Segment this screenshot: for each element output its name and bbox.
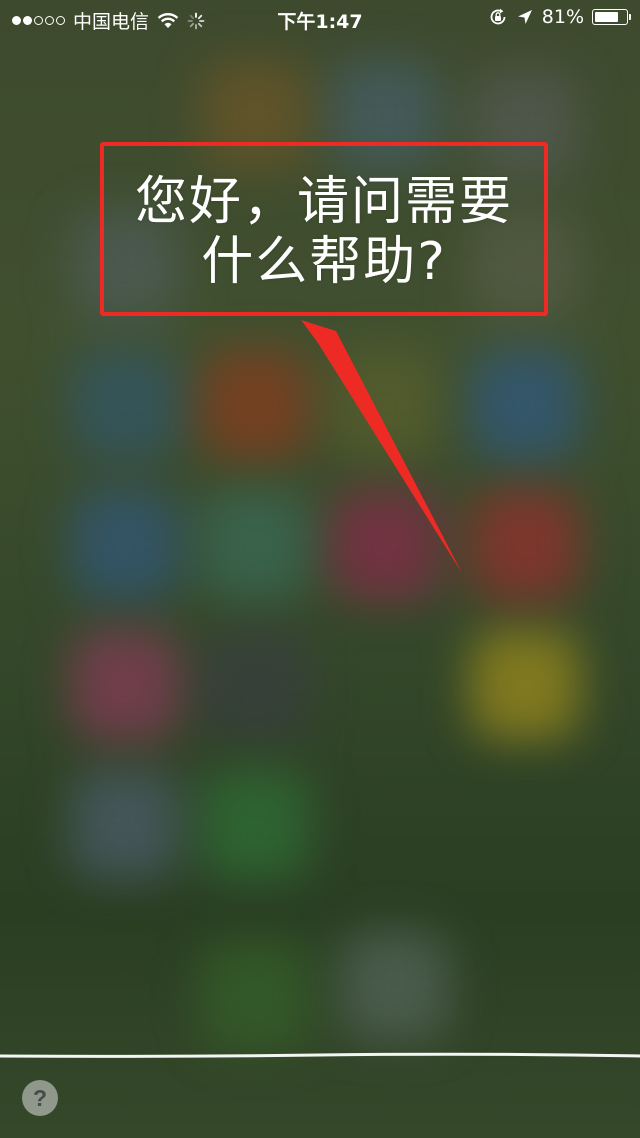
siri-prompt-line-1: 您好，请问需要 <box>134 172 513 232</box>
battery-level <box>595 12 618 22</box>
battery-icon <box>592 9 631 25</box>
siri-prompt-text: 您好，请问需要 什么帮助? <box>104 172 544 292</box>
help-button[interactable]: ? <box>22 1080 58 1116</box>
location-arrow-icon <box>517 10 532 24</box>
battery-percent: 81% <box>541 6 584 28</box>
rotation-lock-icon <box>490 8 506 25</box>
siri-prompt-line-2: 什么帮助? <box>201 232 447 292</box>
siri-screen: 中国电信 下午1:47 81% 您好，请问需要 什么帮助? ? <box>0 0 640 1138</box>
siri-waveform <box>0 1052 640 1058</box>
siri-prompt-box: 您好，请问需要 什么帮助? <box>100 142 548 316</box>
status-bar: 中国电信 下午1:47 81% <box>0 0 640 36</box>
status-right: 81% <box>488 6 631 28</box>
